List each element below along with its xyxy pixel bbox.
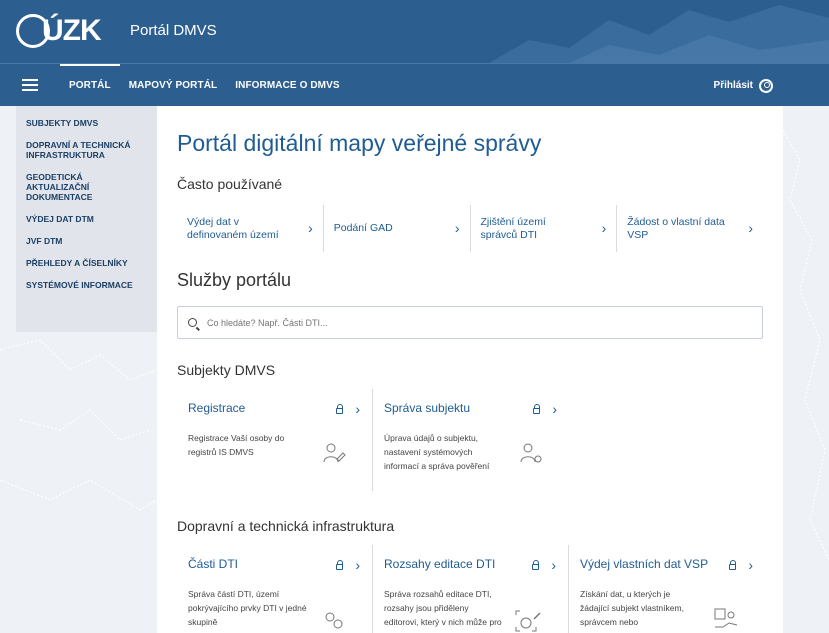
frequent-heading: Často používané [177,176,283,192]
card-title: Rozsahy editace DTI [384,557,496,571]
sidebar-item-subjekty[interactable]: SUBJEKTY DMVS [26,118,147,128]
service-card[interactable]: Výdej vlastních dat VSP › Získání dat, u… [569,545,765,633]
cards-subjekty: Registrace › Registrace Vaší osoby do re… [177,389,569,491]
service-card[interactable]: Rozsahy editace DTI › Správa rozsahů edi… [373,545,569,633]
chevron-right-icon: › [355,557,360,573]
lock-icon [336,404,344,414]
sidebar-item-dti[interactable]: DOPRAVNÍ A TECHNICKÁ INFRASTRUKTURA [26,140,147,160]
chevron-right-icon: › [308,220,313,236]
nav-dmvs-info[interactable]: INFORMACE O DMVS [226,64,348,107]
frequent-link[interactable]: Zjištění území správců DTI › [471,205,618,252]
service-card[interactable]: Registrace › Registrace Vaší osoby do re… [177,389,373,491]
card-desc: Úprava údajů o subjektu, nastavení systé… [384,433,490,471]
frequent-link-label: Žádost o vlastní data VSP [627,215,725,241]
user-icon [759,78,773,93]
network-icon [325,612,343,629]
user-edit-icon [323,443,346,463]
lock-icon [533,404,541,414]
chevron-right-icon: › [355,401,360,417]
card-desc: Správa částí DTI, území pokrývajícího pr… [188,589,307,627]
page-title: Portál digitální mapy veřejné správy [177,130,542,156]
sidebar: SUBJEKTY DMVS DOPRAVNÍ A TECHNICKÁ INFRA… [16,106,157,332]
search-box [177,306,763,339]
chevron-right-icon: › [601,220,607,236]
chevron-right-icon: › [552,401,557,417]
main-nav: PORTÁL MAPOVÝ PORTÁL INFORMACE O DMVS Př… [0,63,829,106]
menu-icon[interactable] [22,79,38,91]
nav-map-portal[interactable]: MAPOVÝ PORTÁL [120,64,227,107]
frequent-link[interactable]: Žádost o vlastní data VSP › [617,205,763,252]
frequent-link[interactable]: Podání GAD › [324,205,471,252]
card-title: Registrace [188,401,246,415]
frequent-link-label: Podání GAD [333,222,393,234]
sidebar-item-vydej-dtm[interactable]: VÝDEJ DAT DTM [26,214,147,224]
lock-icon [729,560,737,570]
card-desc: Získání dat, u kterých je žádající subje… [580,589,684,633]
frequent-link-label: Zjištění území správců DTI [480,215,546,241]
card-desc: Registrace Vaší osoby do registrů IS DMV… [188,433,285,457]
search-input[interactable] [207,317,707,328]
logo-text: ÚZK [42,14,102,47]
section-heading-subjekty: Subjekty DMVS [177,362,276,378]
search-icon [188,318,197,327]
main-content: Portál digitální mapy veřejné správy Čas… [157,106,783,633]
sidebar-item-jvf[interactable]: JVF DTM [26,236,147,246]
chevron-right-icon: › [748,557,753,573]
services-heading: Služby portálu [177,270,292,290]
data-hand-icon [714,608,738,628]
sidebar-item-system[interactable]: SYSTÉMOVÉ INFORMACE [26,280,147,290]
sidebar-item-gad[interactable]: GEODETICKÁ AKTUALIZAČNÍ DOKUMENTACE [26,172,147,202]
service-card[interactable]: Části DTI › Správa částí DTI, území pokr… [177,545,373,633]
frequent-links: Výdej dat v definovaném území › Podání G… [177,205,763,252]
card-title: Části DTI [188,557,239,571]
chevron-right-icon: › [454,220,460,236]
frequent-link[interactable]: Výdej dat v definovaném území › [177,205,324,252]
frequent-link-label: Výdej dat v definovaném území [187,215,279,241]
card-title: Výdej vlastních dat VSP [580,557,709,571]
lock-icon [336,560,344,570]
cuzk-logo[interactable]: ÚZK [16,12,102,50]
section-heading-dti: Dopravní a technická infrastruktura [177,518,395,534]
login-label: Přihlásit [713,80,753,91]
lock-icon [532,560,540,570]
portal-title: Portál DMVS [130,22,217,39]
globe-icon [16,14,50,48]
card-title: Správa subjektu [384,401,471,415]
user-settings-icon [520,443,542,463]
card-desc: Správa rozsahů editace DTI, rozsahy jsou… [384,589,502,633]
service-card[interactable]: Správa subjektu › Úprava údajů o subjekt… [373,389,569,491]
nav-portal[interactable]: PORTÁL [60,64,120,107]
sidebar-item-prehledy[interactable]: PŘEHLEDY A ČÍSELNÍKY [26,258,147,268]
login-button[interactable]: Přihlásit [714,64,773,107]
header: ÚZK Portál DMVS [0,0,829,63]
chevron-right-icon: › [551,557,556,573]
chevron-right-icon: › [748,220,753,236]
cards-dti: Části DTI › Správa částí DTI, území pokr… [177,545,765,633]
edit-area-icon [515,610,541,632]
